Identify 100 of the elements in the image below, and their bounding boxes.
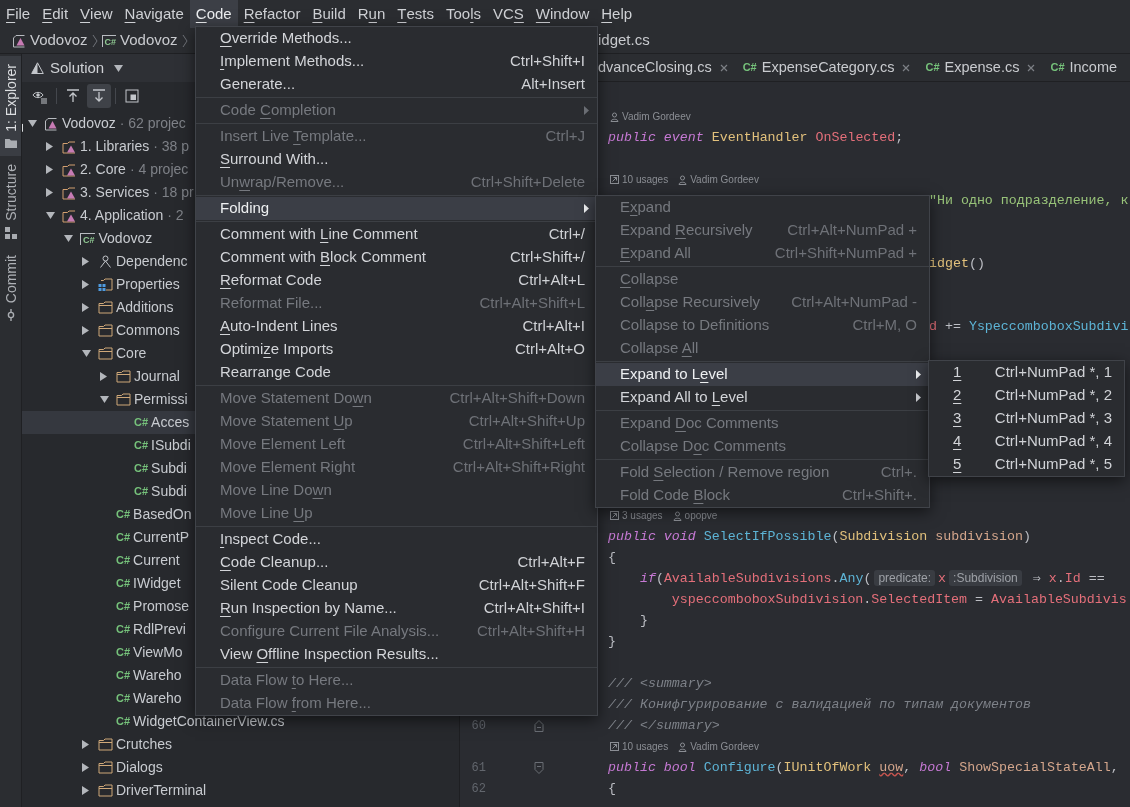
menu-item[interactable]: Rearrange Code bbox=[196, 361, 597, 384]
usages-link[interactable]: 10 usages bbox=[610, 739, 669, 754]
toolbar-button[interactable] bbox=[87, 84, 111, 108]
caret-down-icon[interactable] bbox=[82, 350, 91, 357]
tree-item[interactable]: C# Vodovoz bbox=[22, 227, 195, 250]
menu-bar-item[interactable]: Run bbox=[351, 0, 392, 28]
editor-tab[interactable]: C# ExpenseCategory.cs bbox=[742, 54, 926, 81]
menu-bar-item[interactable]: Edit bbox=[36, 0, 75, 28]
editor-tab[interactable]: dvanceClosing.cs bbox=[598, 54, 743, 81]
menu-item[interactable]: Auto-Indent Lines Ctrl+Alt+I bbox=[196, 315, 597, 338]
menu-item[interactable]: 1 Ctrl+NumPad *, 1 bbox=[929, 361, 1124, 384]
tree-item[interactable]: Dialogs bbox=[22, 756, 195, 779]
menu-item[interactable]: Comment with Block Comment Ctrl+Shift+/ bbox=[196, 246, 597, 269]
breadcrumb-item[interactable]: C# Vodovoz bbox=[101, 29, 178, 52]
tree-item[interactable]: Dependenc bbox=[22, 250, 195, 273]
tree-item[interactable]: C# Promose bbox=[22, 595, 195, 618]
menu-bar-item[interactable]: Build bbox=[306, 0, 352, 28]
menu-item[interactable]: Silent Code Cleanup Ctrl+Alt+Shift+F bbox=[196, 574, 597, 597]
caret-right-icon[interactable] bbox=[82, 280, 89, 289]
tree-item[interactable]: C# ISubdi bbox=[22, 434, 195, 457]
menu-item[interactable]: Run Inspection by Name... Ctrl+Alt+Shift+I bbox=[196, 597, 597, 620]
breadcrumb-item[interactable]: idget.cs bbox=[598, 29, 650, 52]
menu-item[interactable]: Expand to Level bbox=[596, 363, 929, 386]
menu-item[interactable]: 4 Ctrl+NumPad *, 4 bbox=[929, 430, 1124, 453]
menu-item[interactable]: Implement Methods... Ctrl+Shift+I bbox=[196, 50, 597, 73]
tree-item[interactable]: Properties bbox=[22, 273, 195, 296]
menu-item[interactable]: 2 Ctrl+NumPad *, 2 bbox=[929, 384, 1124, 407]
tree-item[interactable]: Permissi bbox=[22, 388, 195, 411]
tool-window-button[interactable]: 1: Explorer bbox=[0, 56, 21, 156]
close-icon[interactable] bbox=[902, 63, 911, 72]
menu-item[interactable]: 5 Ctrl+NumPad *, 5 bbox=[929, 453, 1124, 476]
tree-item[interactable]: C# Wareho bbox=[22, 687, 195, 710]
menu-bar-item[interactable]: Tests bbox=[391, 0, 440, 28]
caret-right-icon[interactable] bbox=[82, 786, 89, 795]
editor-tab[interactable]: C# Expense.cs bbox=[925, 54, 1051, 81]
caret-right-icon[interactable] bbox=[82, 763, 89, 772]
menu-item[interactable]: Expand All to Level bbox=[596, 386, 929, 409]
menu-item[interactable]: Surround With... bbox=[196, 148, 597, 171]
tree-item[interactable]: C# Subdi bbox=[22, 457, 195, 480]
menu-item[interactable]: Generate... Alt+Insert bbox=[196, 73, 597, 96]
tree-item[interactable]: C# Subdi bbox=[22, 480, 195, 503]
tree-item[interactable]: Journal bbox=[22, 365, 195, 388]
tree-item[interactable]: 1. Libraries · 38 p bbox=[22, 135, 195, 158]
author-link[interactable]: Vadim Gordeev bbox=[610, 109, 691, 124]
close-icon[interactable] bbox=[719, 63, 728, 72]
tree-item[interactable]: 4. Application · 2 bbox=[22, 204, 195, 227]
menu-item[interactable]: Code Cleanup... Ctrl+Alt+F bbox=[196, 551, 597, 574]
tool-window-button[interactable]: Commit bbox=[0, 246, 21, 329]
tree-item[interactable]: C# Acces bbox=[22, 411, 195, 434]
caret-right-icon[interactable] bbox=[46, 165, 53, 174]
menu-item[interactable]: 3 Ctrl+NumPad *, 3 bbox=[929, 407, 1124, 430]
author-link[interactable]: opopve bbox=[672, 508, 718, 523]
caret-down-icon[interactable] bbox=[28, 120, 37, 127]
tree-item[interactable]: 2. Core · 4 projec bbox=[22, 158, 195, 181]
menu-item[interactable]: Override Methods... bbox=[196, 27, 597, 50]
tool-window-button[interactable]: Structure bbox=[0, 155, 21, 247]
caret-right-icon[interactable] bbox=[46, 142, 53, 151]
menu-bar-item[interactable]: Navigate bbox=[118, 0, 190, 28]
menu-bar-item[interactable]: Tools bbox=[439, 0, 487, 28]
caret-down-icon[interactable] bbox=[46, 212, 55, 219]
menu-item[interactable]: Inspect Code... bbox=[196, 528, 597, 551]
menu-bar-item[interactable]: Window bbox=[529, 0, 596, 28]
caret-right-icon[interactable] bbox=[82, 257, 89, 266]
tree-item[interactable]: C# BasedOn bbox=[22, 503, 195, 526]
usages-link[interactable]: 3 usages bbox=[610, 508, 663, 523]
breadcrumb-item[interactable]: Vodovoz bbox=[12, 29, 88, 52]
tree-item[interactable]: Vodovoz · 62 projec bbox=[22, 112, 195, 135]
tree-item[interactable]: C# Current bbox=[22, 549, 195, 572]
tree-item[interactable]: C# ViewMo bbox=[22, 641, 195, 664]
menu-bar-item[interactable]: Refactor bbox=[237, 0, 307, 28]
caret-down-icon[interactable] bbox=[64, 235, 73, 242]
menu-bar-item[interactable]: VCS bbox=[487, 0, 530, 28]
tree-item[interactable]: C# CurrentP bbox=[22, 526, 195, 549]
tree-item[interactable]: Crutches bbox=[22, 733, 195, 756]
author-link[interactable]: Vadim Gordeev bbox=[678, 739, 759, 754]
menu-item[interactable]: Folding bbox=[196, 197, 597, 220]
tree-item[interactable]: Commons bbox=[22, 319, 195, 342]
menu-bar-item[interactable]: Code bbox=[189, 0, 238, 28]
menu-item[interactable]: Reformat Code Ctrl+Alt+L bbox=[196, 269, 597, 292]
author-link[interactable]: Vadim Gordeev bbox=[678, 172, 759, 187]
editor-tab[interactable]: C# Income bbox=[1050, 54, 1130, 81]
usages-link[interactable]: 10 usages bbox=[610, 172, 669, 187]
tree-item[interactable]: C# IWidget bbox=[22, 572, 195, 595]
caret-right-icon[interactable] bbox=[46, 188, 53, 197]
menu-bar-item[interactable]: View bbox=[74, 0, 119, 28]
menu-item[interactable]: View Offline Inspection Results... bbox=[196, 643, 597, 666]
caret-right-icon[interactable] bbox=[82, 326, 89, 335]
tree-item[interactable]: C# RdlPrevi bbox=[22, 618, 195, 641]
caret-down-icon[interactable] bbox=[100, 396, 109, 403]
tree-item[interactable]: 3. Services · 18 pr bbox=[22, 181, 195, 204]
close-icon[interactable] bbox=[1027, 63, 1036, 72]
menu-item[interactable]: Optimize Imports Ctrl+Alt+O bbox=[196, 338, 597, 361]
view-selector[interactable]: Solution bbox=[31, 56, 124, 80]
caret-right-icon[interactable] bbox=[82, 303, 89, 312]
tree-item[interactable]: DriverTerminal bbox=[22, 779, 207, 802]
menu-bar-item[interactable]: File bbox=[0, 0, 37, 28]
tree-item[interactable]: Additions bbox=[22, 296, 195, 319]
menu-bar-item[interactable]: Help bbox=[595, 0, 639, 28]
tree-item[interactable]: Core bbox=[22, 342, 195, 365]
tree-item[interactable]: C# Wareho bbox=[22, 664, 195, 687]
